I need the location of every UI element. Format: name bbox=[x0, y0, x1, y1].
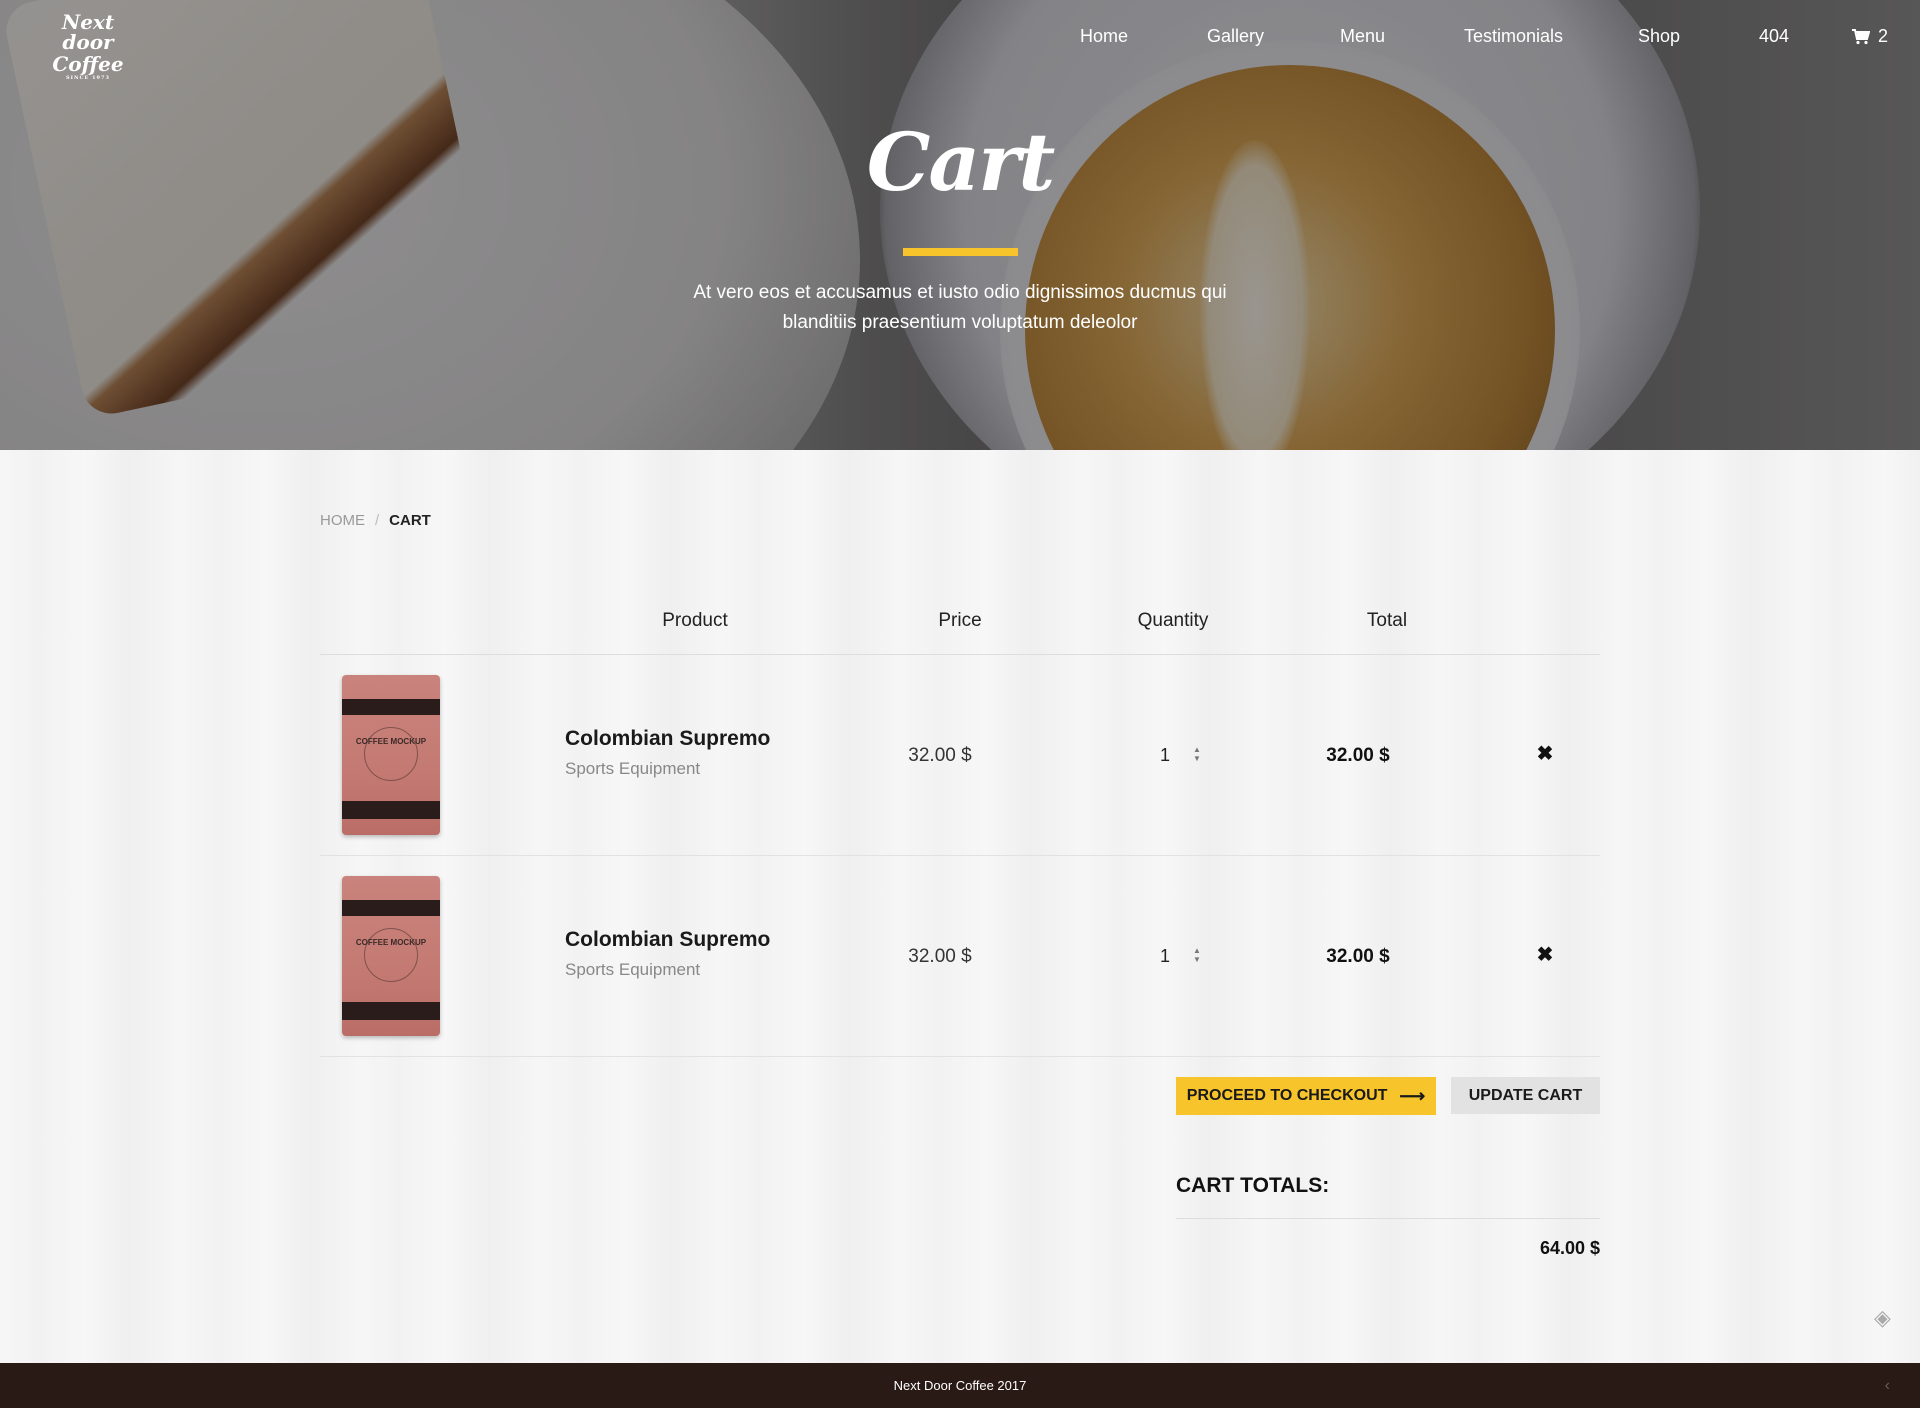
bag-band-top bbox=[342, 900, 440, 916]
quantity-stepper: ▲▼ bbox=[1140, 735, 1220, 775]
product-price: 32.00 $ bbox=[908, 946, 972, 967]
cart-count: 2 bbox=[1878, 26, 1889, 46]
bag-emblem bbox=[364, 928, 418, 982]
breadcrumb-current: CART bbox=[389, 512, 431, 529]
close-icon[interactable]: ✖ bbox=[1535, 945, 1555, 965]
proceed-to-checkout-button[interactable]: PROCEED TO CHECKOUT ⟶ bbox=[1176, 1077, 1436, 1115]
cart-totals-divider bbox=[1176, 1218, 1600, 1219]
hero-banner: Next door Coffee SINCE 1973 Home Gallery… bbox=[0, 0, 1920, 450]
side-tag-icon[interactable]: ◈ bbox=[1874, 1305, 1900, 1331]
footer-copyright: Next Door Coffee 2017 bbox=[893, 1378, 1027, 1393]
table-row: COFFEE MOCKUP Colombian Supremo Sports E… bbox=[320, 655, 1600, 856]
breadcrumb: HOME / CART bbox=[320, 512, 431, 529]
quantity-spin-icon[interactable]: ▲ ▼ bbox=[1190, 946, 1204, 966]
table-row: COFFEE MOCKUP Colombian Supremo Sports E… bbox=[320, 856, 1600, 1057]
column-header-price: Price bbox=[938, 610, 982, 631]
nav-item-shop[interactable]: Shop bbox=[1638, 26, 1680, 47]
row-total: 32.00 $ bbox=[1326, 946, 1390, 967]
quantity-input[interactable] bbox=[1140, 744, 1190, 766]
quantity-stepper: ▲▼ bbox=[1140, 936, 1220, 976]
nav-cart-button[interactable]: 2 bbox=[1852, 26, 1888, 47]
page-title: Cart bbox=[866, 115, 1056, 209]
product-image[interactable]: COFFEE MOCKUP bbox=[342, 675, 440, 835]
row-total: 32.00 $ bbox=[1326, 745, 1390, 766]
nav-item-home[interactable]: Home bbox=[1080, 26, 1128, 47]
breadcrumb-separator: / bbox=[375, 512, 380, 529]
checkout-label: PROCEED TO CHECKOUT bbox=[1186, 1087, 1388, 1104]
bag-band-bottom bbox=[342, 1002, 440, 1020]
hero-description: At vero eos et accusamus et iusto odio d… bbox=[693, 282, 1227, 333]
product-name[interactable]: Colombian Supremo bbox=[565, 928, 770, 952]
hero-overlay bbox=[0, 0, 1920, 450]
cart-section: HOME / CART Product Price Quantity Total… bbox=[0, 450, 1920, 1363]
column-header-product: Product bbox=[662, 610, 728, 631]
product-category: Sports Equipment bbox=[565, 960, 701, 979]
site-footer: Next Door Coffee 2017 ‹ bbox=[0, 1363, 1920, 1408]
main-nav: Home Gallery Menu Testimonials Shop 404 … bbox=[0, 26, 1920, 50]
update-cart-button[interactable]: UPDATE CART bbox=[1451, 1077, 1600, 1114]
close-icon[interactable]: ✖ bbox=[1535, 744, 1555, 764]
quantity-input[interactable] bbox=[1140, 945, 1190, 967]
nav-item-404[interactable]: 404 bbox=[1759, 26, 1789, 47]
product-price: 32.00 $ bbox=[908, 745, 972, 766]
product-name[interactable]: Colombian Supremo bbox=[565, 727, 770, 751]
nav-item-menu[interactable]: Menu bbox=[1340, 26, 1385, 47]
bag-band-bottom bbox=[342, 801, 440, 819]
logo-line-2: Coffee bbox=[52, 52, 124, 76]
nav-item-testimonials[interactable]: Testimonials bbox=[1464, 26, 1563, 47]
product-image[interactable]: COFFEE MOCKUP bbox=[342, 876, 440, 1036]
nav-item-gallery[interactable]: Gallery bbox=[1207, 26, 1264, 47]
bag-label: COFFEE MOCKUP bbox=[355, 938, 427, 947]
arrow-right-icon: ⟶ bbox=[1399, 1085, 1426, 1106]
bag-emblem bbox=[364, 727, 418, 781]
product-category: Sports Equipment bbox=[565, 759, 701, 778]
cart-totals-title: CART TOTALS: bbox=[1176, 1174, 1330, 1197]
bag-band-top bbox=[342, 699, 440, 715]
column-header-total: Total bbox=[1366, 610, 1408, 631]
title-underline bbox=[903, 248, 1018, 256]
cart-totals-value: 64.00 $ bbox=[1539, 1238, 1600, 1258]
quantity-spin-icon[interactable]: ▲ ▼ bbox=[1190, 745, 1204, 765]
shopping-cart-icon bbox=[1852, 28, 1870, 44]
bag-label: COFFEE MOCKUP bbox=[355, 737, 427, 746]
breadcrumb-home[interactable]: HOME bbox=[320, 512, 365, 529]
column-header-quantity: Quantity bbox=[1137, 610, 1209, 631]
scroll-up-icon[interactable]: ‹ bbox=[1885, 1363, 1890, 1408]
logo-line-3: SINCE 1973 bbox=[66, 75, 110, 81]
